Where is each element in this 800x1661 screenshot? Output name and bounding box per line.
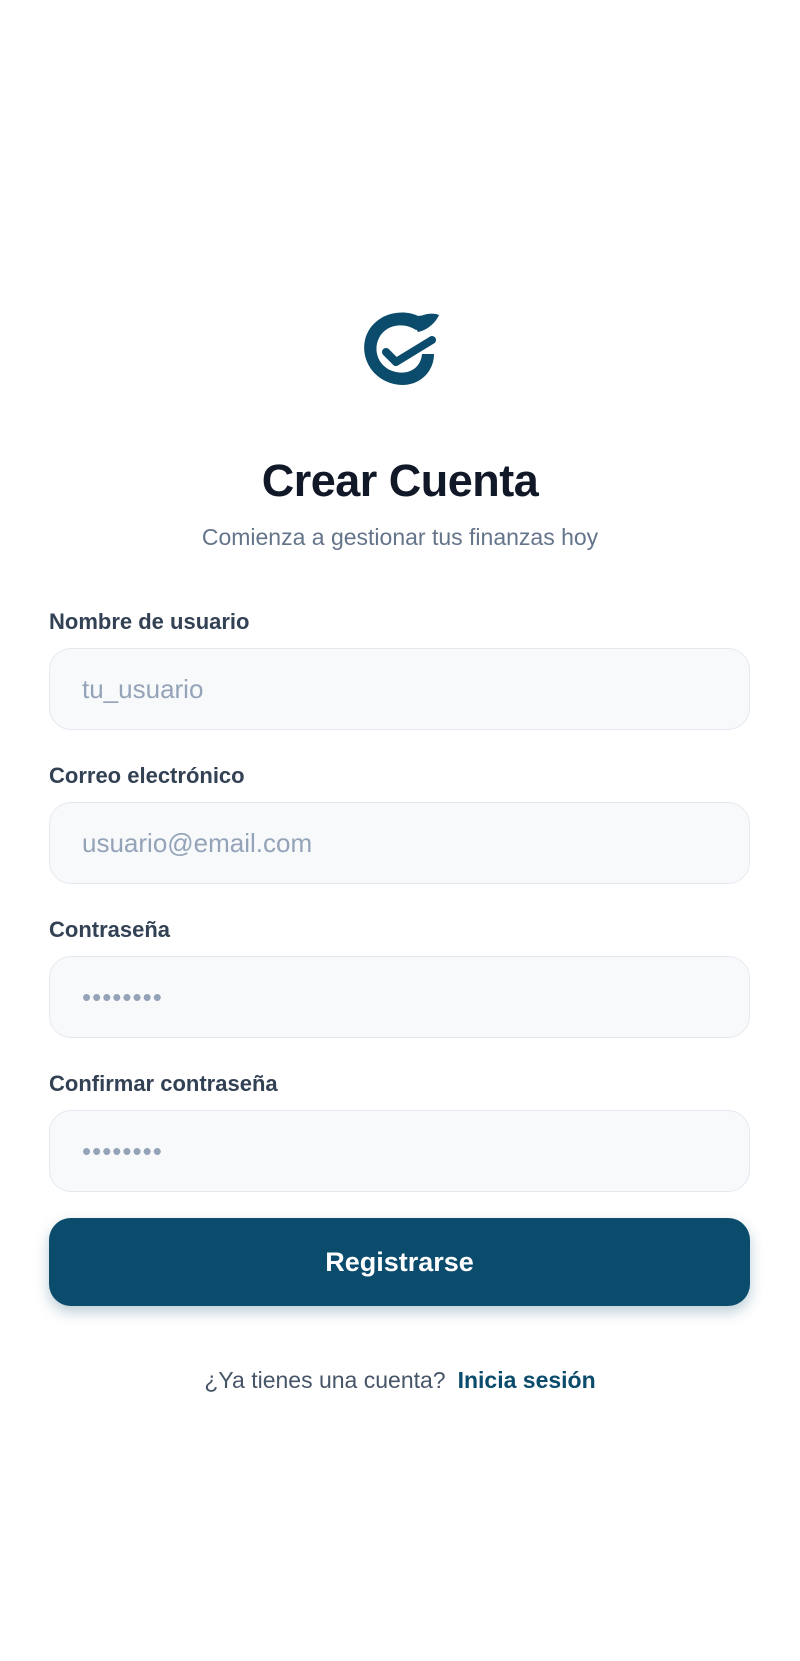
page-subtitle: Comienza a gestionar tus finanzas hoy <box>201 524 599 550</box>
login-question: ¿Ya tienes una cuenta? <box>204 1367 446 1393</box>
email-label: Correo electrónico <box>49 763 245 788</box>
email-input[interactable] <box>49 802 750 884</box>
register-button[interactable]: Registrarse <box>49 1218 750 1306</box>
login-link[interactable]: Inicia sesión <box>458 1367 596 1393</box>
confirm-password-input[interactable] <box>49 1110 750 1192</box>
username-label: Nombre de usuario <box>49 609 250 634</box>
register-screen: Crear Cuenta Comienza a gestionar tus fi… <box>0 0 800 1661</box>
confirm-password-label: Confirmar contraseña <box>49 1071 278 1096</box>
password-input[interactable] <box>49 956 750 1038</box>
login-prompt: ¿Ya tienes una cuenta? Inicia sesión <box>0 1365 800 1395</box>
password-label: Contraseña <box>49 917 171 942</box>
page-title: Crear Cuenta <box>261 455 539 506</box>
check-circle-logo-icon <box>364 312 439 385</box>
username-input[interactable] <box>49 648 750 730</box>
